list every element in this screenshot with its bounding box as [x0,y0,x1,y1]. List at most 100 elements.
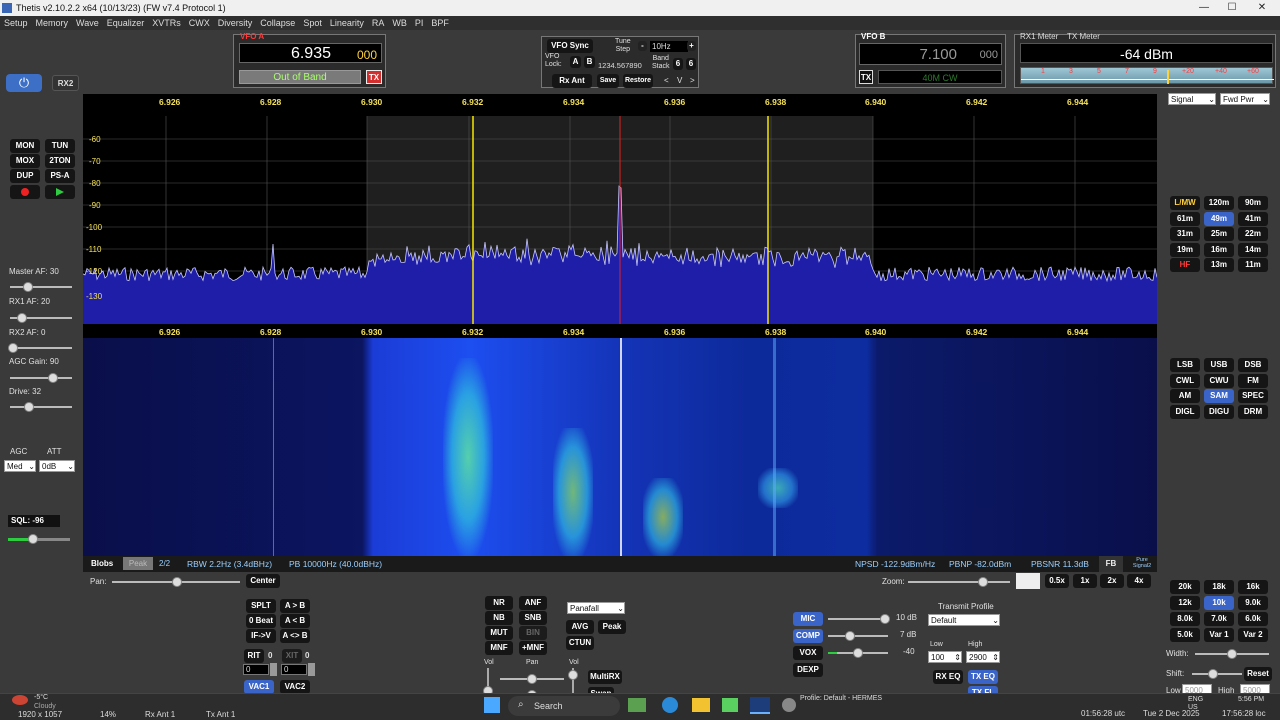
menu-memory[interactable]: Memory [32,16,73,30]
blobs-button[interactable]: Blobs [91,559,113,568]
mon-button[interactable]: MON [10,139,40,153]
lock-a-button[interactable]: A [570,56,581,68]
pan-slider[interactable] [112,577,240,587]
xit-input[interactable]: 0 [281,664,307,675]
app-icon-2[interactable] [722,698,738,712]
rit-input[interactable]: 0 [243,664,269,675]
zoom-0-5x-button[interactable]: 0.5x [1045,574,1069,588]
panadapter[interactable] [83,94,1157,324]
tx-meter-select[interactable]: Fwd Pwr ⌄ [1220,93,1270,105]
band-13m-button[interactable]: 13m [1204,258,1234,272]
display-mode-select[interactable]: Panafall ⌄ [567,602,625,614]
band-stack-6a[interactable]: 6 [673,58,683,70]
mox-button[interactable]: MOX [10,154,40,168]
play-button[interactable] [45,185,75,199]
drive-slider[interactable] [10,402,72,412]
band-l-mw-button[interactable]: L/MW [1170,196,1200,210]
menu-ra[interactable]: RA [368,16,389,30]
nav-left-button[interactable]: < [664,76,669,85]
band-41m-button[interactable]: 41m [1238,211,1268,226]
att-select[interactable]: 0dB ⌄ [39,460,75,472]
band-61m-button[interactable]: 61m [1170,211,1200,226]
vol-slider[interactable] [483,668,493,696]
vox-button[interactable]: VOX [793,646,823,660]
rit-button[interactable]: RIT [244,649,264,663]
menu-wave[interactable]: Wave [72,16,103,30]
snb-button[interactable]: SNB [519,611,547,625]
lock-b-button[interactable]: B [584,56,595,68]
xit-spinner[interactable] [308,663,315,676]
ctun-button[interactable]: CTUN [566,636,594,650]
close-icon[interactable]: ✕ [1248,0,1276,16]
mut-button[interactable]: MUT [485,626,513,640]
band-11m-button[interactable]: 11m [1238,258,1268,272]
vfo-b-tx-button[interactable]: TX [859,70,873,84]
filter-7-0k-button[interactable]: 7.0k [1204,612,1234,626]
restore-button[interactable]: Restore [623,74,653,88]
agc-select[interactable]: Med ⌄ [4,460,36,472]
menu-cwx[interactable]: CWX [185,16,214,30]
band-31m-button[interactable]: 31m [1170,227,1200,241]
band-16m-button[interactable]: 16m [1204,242,1234,257]
menu-collapse[interactable]: Collapse [256,16,299,30]
tune-step-value[interactable]: 10Hz [650,41,688,52]
if-to-v-button[interactable]: IF->V [246,629,276,643]
mode-fm-button[interactable]: FM [1238,373,1268,388]
menu-wb[interactable]: WB [388,16,411,30]
band-19m-button[interactable]: 19m [1170,242,1200,257]
zoom-4x-button[interactable]: 4x [1127,574,1151,588]
agc-gain-slider[interactable] [10,373,72,383]
mode-cwu-button[interactable]: CWU [1204,373,1234,388]
mode-am-button[interactable]: AM [1170,389,1200,403]
vox-slider[interactable] [828,648,888,658]
vfo-b-display[interactable]: 7.100 000 [859,43,1002,65]
vfo-sync-button[interactable]: VFO Sync [547,39,593,53]
sql-button[interactable]: SQL: -96 [8,515,60,527]
comp-knob[interactable] [845,631,855,641]
master-af-knob[interactable] [23,282,33,292]
mic-button[interactable]: MIC [793,612,823,626]
filter-20k-button[interactable]: 20k [1170,580,1200,594]
band-49m-button[interactable]: 49m [1204,211,1234,226]
zero-beat-button[interactable]: 0 Beat [246,614,276,628]
tx-eq-button[interactable]: TX EQ [968,670,998,684]
rx2-af-slider[interactable] [8,343,72,353]
width-slider[interactable] [1195,649,1269,659]
nav-v-button[interactable]: V [677,76,682,85]
mode-usb-button[interactable]: USB [1204,358,1234,372]
filter-var-2-button[interactable]: Var 2 [1238,628,1268,642]
shift-knob[interactable] [1208,669,1218,679]
dup-button[interactable]: DUP [10,169,40,183]
filter-9-0k-button[interactable]: 9.0k [1238,596,1268,610]
rx2-button[interactable]: RX2 [52,75,79,91]
rx1-af-slider[interactable] [10,313,72,323]
menu-xvtrs[interactable]: XVTRs [148,16,185,30]
2ton-button[interactable]: 2TON [45,154,75,168]
rx-eq-button[interactable]: RX EQ [933,670,963,684]
save-button[interactable]: Save [597,74,619,88]
ps-a-button[interactable]: PS-A [45,169,75,183]
menu-spot[interactable]: Spot [299,16,326,30]
sql-slider[interactable] [8,534,70,544]
sql-knob[interactable] [28,534,38,544]
transmit-profile-select[interactable]: Default ⌄ [928,614,1000,626]
band-hf-button[interactable]: HF [1170,258,1200,272]
menu-pi[interactable]: PI [411,16,428,30]
pan-knob[interactable] [172,577,182,587]
band-14m-button[interactable]: 14m [1238,242,1268,257]
filter-12k-button[interactable]: 12k [1170,596,1200,610]
multirx-button[interactable]: MultiRX [588,670,622,684]
nb-button[interactable]: NB [485,611,513,625]
filter-8-0k-button[interactable]: 8.0k [1170,612,1200,626]
zoom-slider[interactable] [908,577,1010,587]
b-to-a-button[interactable]: A < B [280,614,310,628]
bin-button[interactable]: BIN [519,626,547,640]
tx-low-input[interactable]: 100 ⇕ [928,651,962,663]
center-button[interactable]: Center [246,574,280,588]
menu-equalizer[interactable]: Equalizer [103,16,149,30]
fb-button[interactable]: FB [1099,556,1123,572]
rx-meter-select[interactable]: Signal ⌄ [1168,93,1216,105]
mode-digu-button[interactable]: DIGU [1204,404,1234,419]
drive-knob[interactable] [24,402,34,412]
comp-button[interactable]: COMP [793,629,823,643]
